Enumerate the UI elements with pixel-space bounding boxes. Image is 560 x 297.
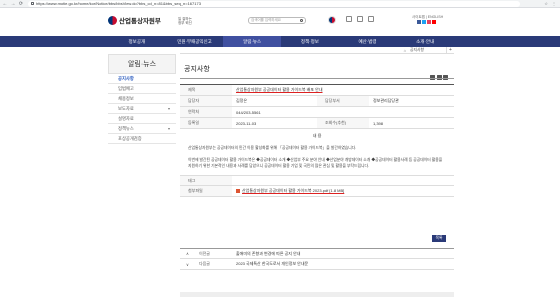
dept-value: 정보관리담당관 [373, 98, 399, 103]
table-row: 담당자 김정은 담당부서 정보관리담당관 [180, 96, 454, 107]
side-nav-item-press[interactable]: 보도자료 ▾ [108, 104, 176, 114]
main-content: 공지사항 제목 산업통상자원부 공공데이터 활용 가이드북 배포 안내 담당자 … [180, 58, 454, 270]
address-bar[interactable]: https://www.motie.go.kr/home/kor/Notice/… [28, 0, 520, 7]
header-shortcut-icon[interactable] [368, 16, 374, 22]
date-label: 등록일 [180, 118, 232, 128]
file-icon [236, 188, 240, 193]
gnb-item-news[interactable]: 알림·뉴스 [223, 36, 282, 47]
prev-label: 이전글 [198, 250, 210, 256]
side-nav-label: 입법예고 [118, 86, 134, 91]
site-logo[interactable]: 산업통상자원부 [108, 15, 161, 25]
instagram-icon[interactable] [427, 20, 431, 24]
next-post-title[interactable]: 2023 국제특산 한국도로서 개인정보 안내문 [232, 261, 308, 267]
menu-kebab-icon[interactable]: ⋮ [552, 1, 556, 6]
gnb-item-about[interactable]: 소개·안내 [396, 36, 454, 47]
title-divider [180, 78, 454, 79]
next-post-row[interactable]: ∨ 다음글 2023 국제특산 한국도로서 개인정보 안내문 [180, 259, 454, 270]
slogan: 일 잘하는 정부 혁신 [178, 17, 192, 25]
gnb-item-budget[interactable]: 예산·법령 [339, 36, 397, 47]
views-value: 1,398 [373, 120, 384, 126]
body-paragraph-1: 산업통상자원부는 공공데이터의 민간 이용 활성화를 위해 「공공데이터 활용 … [188, 146, 357, 150]
side-nav-item-award[interactable]: 포상공개검증 [108, 134, 176, 144]
attachment-link[interactable]: 산업통상자원부 공공데이터 활용 가이드북 2023.pdf [1.8 MB] [232, 188, 454, 194]
side-nav: 알림·뉴스 공지사항 입법예고 채용정보 보도자료 ▾ 설명자료 정책뉴스 ▾ 포상… [108, 54, 176, 144]
prev-post-row[interactable]: ∧ 이전글 출애미의 존향과 변경에 따른 공지 안내 [180, 248, 454, 259]
logo-text: 산업통상자원부 [119, 18, 161, 25]
site-search[interactable]: 검색어를 입력하세요 [248, 17, 306, 24]
twitter-icon[interactable] [422, 20, 426, 24]
forward-icon[interactable]: → [10, 1, 16, 7]
site-header: 산업통상자원부 일 잘하는 정부 혁신 검색어를 입력하세요 사이트맵 | EN… [0, 8, 560, 36]
global-nav: 정보공개 민원·부패공익신고 알림·뉴스 정책·정보 예산·법령 소개·안내 [0, 36, 560, 47]
table-row: 태그 [180, 175, 454, 186]
facebook-icon[interactable] [417, 20, 421, 24]
breadcrumb-current[interactable]: 공지사항 [410, 48, 424, 53]
search-icon[interactable] [300, 19, 303, 22]
side-nav-item-policy-news[interactable]: 정책뉴스 ▾ [108, 124, 176, 134]
table-row: 연락처 044/203-5561 [180, 107, 454, 118]
side-nav-item-recruit[interactable]: 채용정보 [108, 94, 176, 104]
table-row: 첨부파일 산업통상자원부 공공데이터 활용 가이드북 2023.pdf [1.8… [180, 186, 454, 197]
side-nav-title: 알림·뉴스 [108, 54, 176, 74]
title-label: 제목 [180, 85, 232, 95]
list-button[interactable]: 목록 [432, 235, 446, 242]
header-shortcut-icon[interactable] [346, 16, 352, 22]
views-label: 조회수(추천) [317, 118, 369, 128]
writer-value: 김정은 [236, 98, 248, 103]
lock-icon [31, 2, 34, 5]
bookmark-star-icon[interactable]: ☆ [544, 1, 548, 6]
date-value: 2023-11-03 [236, 120, 257, 126]
phone-value: 044/203-5561 [236, 109, 261, 115]
table-row: 등록일 2023-11-03 조회수(추천) 1,398 [180, 118, 454, 129]
writer-label: 담당자 [180, 96, 232, 106]
browser-actions: ☆ ⋮ [520, 1, 560, 6]
footer-area [180, 292, 454, 297]
side-nav-label: 정책뉴스 [118, 126, 134, 131]
prev-post-title[interactable]: 출애미의 존향과 변경에 따른 공지 안내 [232, 251, 300, 257]
chevron-down-icon: ∨ [186, 261, 189, 267]
side-nav-label: 공지사항 [118, 76, 134, 81]
dept-label: 담당부서 [317, 96, 369, 106]
gnb-item-policy[interactable]: 정책·정보 [281, 36, 339, 47]
table-row: 제목 산업통상자원부 공공데이터 활용 가이드북 배포 안내 [180, 85, 454, 96]
gnb-item-civil[interactable]: 민원·부패공익신고 [166, 36, 224, 47]
side-nav-label: 포상공개검증 [118, 136, 142, 141]
header-shortcut-icon[interactable] [357, 16, 363, 22]
expand-plus-icon[interactable]: + [446, 47, 454, 54]
body-paragraph-2: 이번에 발간된 공공데이터 활용 가이드북은 ◆공공데이터 소개 ◆산업부 주요… [188, 158, 443, 168]
breadcrumb: ⌂ 공지사항 + [180, 47, 454, 54]
youtube-icon[interactable] [432, 20, 436, 24]
post-detail-table: 제목 산업통상자원부 공공데이터 활용 가이드북 배포 안내 담당자 김정은 담… [180, 84, 454, 197]
side-nav-label: 채용정보 [118, 96, 134, 101]
search-placeholder: 검색어를 입력하세요 [251, 18, 281, 22]
gnb-item-info[interactable]: 정보공개 [108, 36, 166, 47]
tag-label: 태그 [180, 176, 232, 185]
next-label: 다음글 [198, 261, 210, 266]
browser-toolbar: ← → ⟳ https://www.motie.go.kr/home/kor/N… [0, 0, 560, 8]
side-nav-item-legislation[interactable]: 입법예고 [108, 84, 176, 94]
side-nav-label: 설명자료 [118, 116, 134, 121]
reload-icon[interactable]: ⟳ [18, 1, 24, 7]
page-title: 공지사항 [184, 66, 210, 73]
phone-label: 연락처 [180, 107, 232, 117]
url-text: https://www.motie.go.kr/home/kor/Notice/… [36, 1, 201, 6]
slogan-line2: 정부 혁신 [178, 21, 192, 25]
chevron-up-icon: ∧ [186, 251, 189, 256]
body-heading: 내 용 [312, 133, 322, 138]
chevron-down-icon: ▾ [167, 106, 170, 111]
sns-links [417, 20, 436, 24]
side-nav-label: 보도자료 [118, 106, 134, 111]
chevron-down-icon: ▾ [167, 126, 170, 131]
side-nav-item-explain[interactable]: 설명자료 [108, 114, 176, 124]
back-icon[interactable]: ← [2, 1, 8, 7]
post-title: 산업통상자원부 공공데이터 활용 가이드북 배포 안내 [236, 87, 323, 92]
side-nav-item-notice[interactable]: 공지사항 [108, 74, 176, 84]
home-icon[interactable]: ⌂ [404, 48, 406, 53]
attachment-label: 첨부파일 [180, 186, 232, 196]
taegeuk-logo-icon [108, 15, 117, 25]
prev-next-nav: ∧ 이전글 출애미의 존향과 변경에 따른 공지 안내 ∨ 다음글 2023 국제특… [180, 248, 454, 270]
emblem-icon [328, 16, 336, 24]
header-icons [346, 16, 374, 22]
